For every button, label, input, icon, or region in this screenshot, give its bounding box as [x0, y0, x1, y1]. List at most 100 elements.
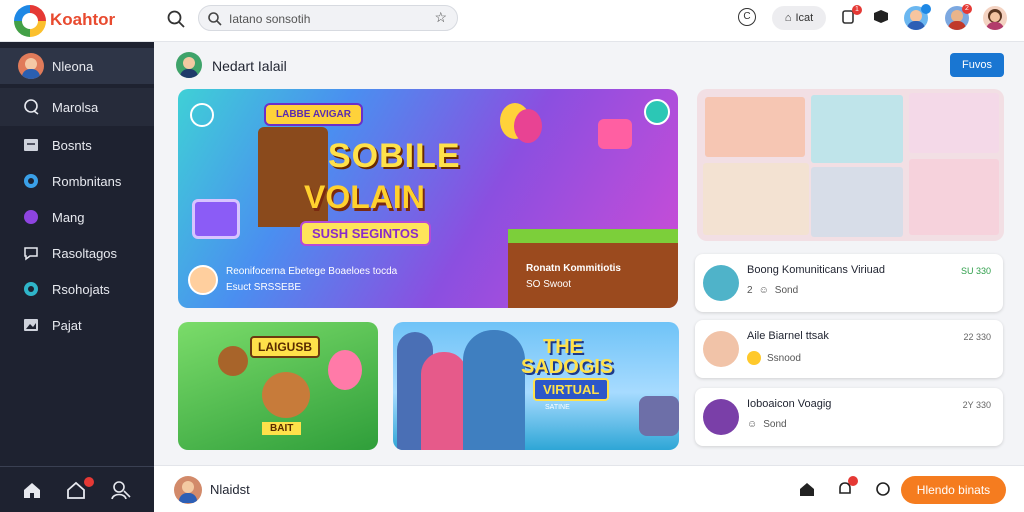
search-icon[interactable] — [166, 9, 186, 29]
bear-card-tag: LAIGUSB — [250, 336, 320, 358]
list-item-meta: Ssnood — [747, 351, 801, 365]
sidebar-item-label: Pajat — [52, 317, 82, 333]
robot-illustration — [598, 119, 632, 149]
feed-title: Nedart Ialail — [212, 58, 287, 74]
collage-photo[interactable] — [909, 159, 999, 235]
person-illustration — [463, 330, 525, 450]
top-action-label: Icat — [795, 12, 814, 24]
dot-icon — [24, 210, 38, 224]
star-icon[interactable]: ☆ — [434, 9, 447, 26]
copyright-icon[interactable]: C — [738, 8, 756, 26]
hero-side-meta: SO Swoot — [526, 279, 572, 290]
bear-illustration — [262, 372, 310, 418]
user-search-icon[interactable] — [110, 480, 132, 500]
sidebar-item-profile[interactable]: Nleona — [0, 48, 154, 84]
brand-name[interactable]: Koahtor — [50, 10, 115, 30]
virtual-card-title-line3: VIRTUAL — [533, 378, 610, 401]
bottom-user-name: Nlaidst — [210, 482, 250, 497]
notification-badge: 1 — [852, 5, 862, 15]
sidebar-item-label: Bosnts — [52, 137, 92, 153]
list-item[interactable]: Aile Biarnel ttsak Ssnood 22 330 — [695, 320, 1003, 378]
sidebar-item-label: Marolsa — [52, 99, 99, 115]
bear-post-card[interactable]: LAIGUSB BAIT — [178, 322, 378, 450]
photo-collage[interactable] — [697, 89, 1004, 241]
image-icon — [24, 319, 38, 331]
search-icon — [208, 12, 222, 26]
sidebar-item-mang[interactable]: Mang — [0, 199, 154, 235]
hero-subtitle: SUSH SEGINTOS — [300, 221, 431, 246]
bell-badge — [848, 476, 858, 486]
collage-photo[interactable] — [705, 97, 805, 157]
home-icon[interactable] — [22, 480, 42, 500]
hero-side-caption: Ronatn Kommitiotis — [526, 263, 621, 274]
hero-card[interactable]: LABBE AVIGAR SOBILE VOLAIN SUSH SEGINTOS… — [178, 89, 678, 308]
collage-photo[interactable] — [909, 93, 999, 153]
profile-avatar-icon — [18, 53, 44, 79]
hero-title-line2: VOLAIN — [304, 179, 425, 215]
sidebar-item-communities[interactable]: Rombnitans — [0, 163, 154, 199]
list-item-number: SU 330 — [960, 266, 991, 276]
balloon-illustration — [328, 350, 362, 390]
list-item-title: Ioboaicon Voagig — [747, 398, 832, 410]
bottom-user-avatar[interactable] — [174, 476, 202, 504]
emoji-icon: ☺ — [747, 419, 758, 430]
cta-button[interactable]: Hlendo binats — [901, 476, 1006, 504]
list-item[interactable]: Boong Komuniticans Viriuad 2 ☺ Sond SU 3… — [695, 254, 1003, 312]
sidebar-item-label: Rombnitans — [52, 173, 122, 189]
house-notify-icon[interactable] — [66, 480, 86, 500]
home-icon[interactable] — [798, 480, 816, 498]
count-value: 2 — [747, 285, 753, 296]
sidebar-item-label: Rasoltagos — [52, 245, 118, 261]
chat-bubble-icon[interactable] — [872, 8, 890, 26]
hero-caption-meta: Esuct SRSSEBE — [226, 282, 302, 293]
sidebar-item-label: Nleona — [52, 58, 94, 74]
sidebar-item-messages[interactable]: Marolsa — [0, 88, 154, 126]
hero-caption: Reonifocerna Ebetege Boaeloes tocda — [226, 266, 398, 277]
bear-card-sign: BAIT — [262, 422, 302, 435]
hero-author-avatar[interactable] — [188, 265, 218, 295]
list-item-status: Sond — [763, 419, 787, 430]
search-input[interactable] — [229, 10, 425, 28]
bubble-icon — [24, 282, 38, 296]
app-logo[interactable] — [14, 5, 46, 37]
search-bar[interactable]: ☆ — [198, 5, 458, 31]
hero-tag: LABBE AVIGAR — [264, 103, 363, 126]
sidebar-item-projects[interactable]: Rsohojats — [0, 271, 154, 307]
chat-icon — [24, 99, 39, 115]
hero-title-line1: SOBILE — [328, 137, 461, 175]
collage-photo[interactable] — [811, 95, 903, 163]
feed-author-avatar[interactable] — [176, 52, 202, 78]
sidebar-item-reactions[interactable]: Rasoltagos — [0, 235, 154, 271]
top-action-button[interactable]: ⌂ Icat — [772, 6, 826, 30]
virtual-card-title-line2: SADOGIS — [521, 356, 614, 378]
list-item-meta: 2 ☺ Sond — [747, 285, 798, 296]
person-illustration — [421, 352, 467, 450]
book-icon — [24, 139, 38, 151]
list-item-avatar[interactable] — [703, 331, 739, 367]
list-item-avatar[interactable] — [703, 399, 739, 435]
collage-photo[interactable] — [811, 167, 903, 237]
profile-badge: 2 — [962, 4, 972, 14]
hero-tv-illustration — [192, 199, 240, 239]
emoji-icon: ☺ — [758, 285, 769, 296]
feed-action-button[interactable]: Fuvos — [950, 53, 1004, 77]
virtual-card-tag: SATINE — [545, 404, 570, 411]
list-item[interactable]: Ioboaicon Voagig ☺ Sond 2Y 330 — [695, 388, 1003, 446]
bottom-bar: Nlaidst Hlendo binats — [154, 465, 1024, 512]
sidebar-item-pages[interactable]: Pajat — [0, 307, 154, 343]
list-item-number: 22 330 — [963, 332, 991, 342]
list-item-meta: ☺ Sond — [747, 419, 787, 430]
settings-badge-icon[interactable] — [644, 99, 670, 125]
account-avatar[interactable] — [983, 6, 1007, 30]
refresh-icon[interactable] — [190, 103, 214, 127]
sidebar-item-books[interactable]: Bosnts — [0, 127, 154, 163]
list-item-avatar[interactable] — [703, 265, 739, 301]
collage-photo[interactable] — [703, 163, 809, 235]
sofa-illustration — [639, 396, 679, 436]
chat-icon[interactable] — [874, 480, 892, 498]
list-item-title: Aile Biarnel ttsak — [747, 330, 829, 342]
sidebar: Nleona Marolsa Bosnts Rombnitans Mang Ra… — [0, 42, 154, 512]
sidebar-footer — [0, 467, 154, 512]
virtual-post-card[interactable]: THE SADOGIS VIRTUAL SATINE — [393, 322, 679, 450]
kid-illustration — [218, 346, 248, 376]
